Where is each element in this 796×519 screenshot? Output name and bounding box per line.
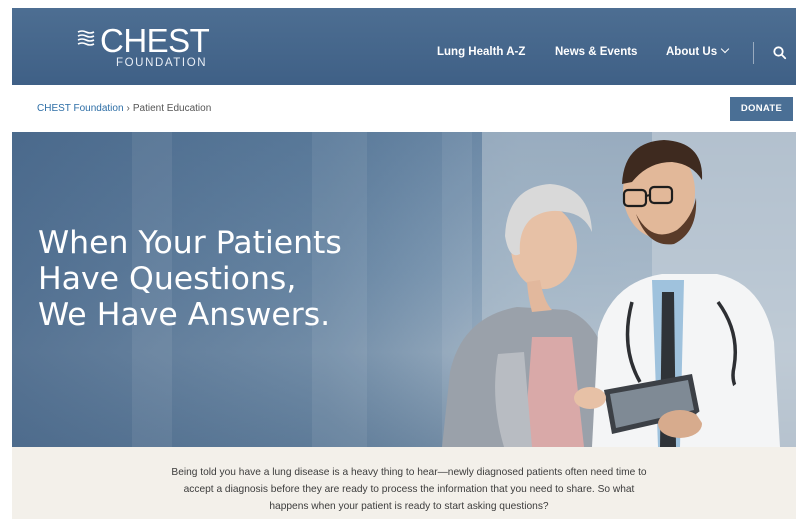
chevron-down-icon [720,44,730,54]
intro-paragraph: Being told you have a lung disease is a … [171,467,647,512]
breadcrumb: CHEST Foundation › Patient Education [37,103,211,114]
breadcrumb-current: Patient Education [132,103,212,114]
page-frame: CHEST FOUNDATION Lung Health A-Z News & … [12,8,796,519]
site-header: CHEST FOUNDATION Lung Health A-Z News & … [12,8,796,85]
nav-divider [753,42,754,64]
nav-news-events[interactable]: News & Events [555,46,637,58]
hero-banner: When Your Patients Have Questions, We Ha… [12,132,796,447]
nav-about-us-label: About Us [666,46,718,58]
logo-subtitle: FOUNDATION [116,57,208,69]
breadcrumb-bar: CHEST Foundation › Patient Education DONAT… [12,85,796,133]
nav-lung-health[interactable]: Lung Health A-Z [437,46,525,58]
main-nav: Lung Health A-Z News & Events About Us [416,42,796,64]
hero-title: When Your Patients Have Questions, We Ha… [38,225,342,333]
breadcrumb-separator: › [126,103,130,114]
intro-section: Being told you have a lung disease is a … [12,447,796,519]
donate-button[interactable]: DONATE [730,97,793,121]
logo-wordmark: CHEST [100,22,210,59]
breadcrumb-home-link[interactable]: CHEST Foundation [37,103,124,114]
logo-mark-icon [77,30,95,46]
search-icon[interactable] [772,45,788,61]
nav-about-us[interactable]: About Us [666,44,730,58]
